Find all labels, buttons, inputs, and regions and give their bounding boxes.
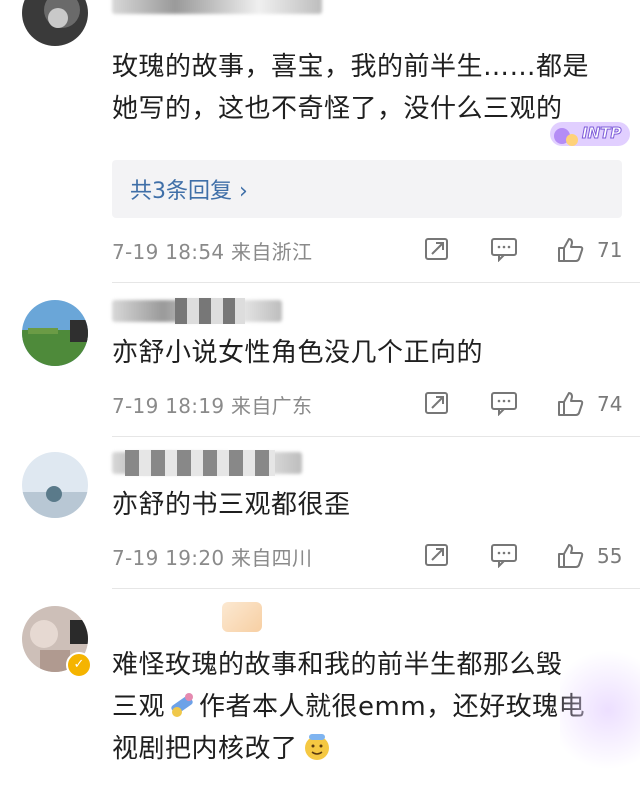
- like-count: 71: [597, 238, 623, 262]
- comment-text-fragment: 作者本人就很emm，还好玫瑰电: [199, 692, 586, 722]
- intp-label: INTP: [581, 124, 622, 143]
- comment-time: 7-19 18:19 来自广东: [112, 394, 313, 418]
- reply-box[interactable]: 共3条回复 ›: [112, 160, 622, 218]
- comment-text-line: 玫瑰的故事，喜宝，我的前半生……都是: [112, 52, 590, 82]
- avatar[interactable]: [22, 452, 88, 518]
- comment-text-fragment: 三观: [112, 692, 166, 722]
- view-replies-link[interactable]: 共3条回复 ›: [130, 173, 248, 205]
- decorative-glow: [560, 640, 640, 780]
- avatar[interactable]: [22, 300, 88, 366]
- comment-text-fragment: 视剧把内核改了: [112, 734, 298, 764]
- emoji-icon: [167, 690, 197, 720]
- comment-text-line: 难怪玫瑰的故事和我的前半生都那么毁: [112, 650, 563, 680]
- verified-badge-icon: ✓: [66, 652, 92, 678]
- avatar[interactable]: [22, 0, 88, 46]
- comment-text-line: 视剧把内核改了: [112, 728, 332, 770]
- username-blurred[interactable]: [112, 0, 322, 14]
- thumbs-up-icon[interactable]: [557, 390, 585, 422]
- comment-text-line: 她写的，这也不奇怪了，没什么三观的: [112, 94, 563, 124]
- comment-text-line: 三观 作者本人就很emm，还好玫瑰电: [112, 686, 585, 728]
- name-mosaic: [175, 298, 245, 324]
- comment-text: 亦舒的书三观都很歪: [112, 490, 351, 520]
- comment-icon[interactable]: [490, 542, 518, 572]
- divider: [112, 436, 640, 437]
- name-sticker: [222, 602, 262, 632]
- like-count: 55: [597, 544, 623, 568]
- name-mosaic: [125, 450, 275, 476]
- thumbs-up-icon[interactable]: [557, 236, 585, 268]
- share-icon[interactable]: [424, 542, 450, 572]
- divider: [112, 588, 640, 589]
- comment-time: 7-19 18:54 来自浙江: [112, 240, 313, 264]
- thumbs-up-icon[interactable]: [557, 542, 585, 574]
- intp-sticker: INTP: [548, 116, 632, 150]
- comment-meta: 7-19 18:54 来自浙江 71: [112, 232, 632, 268]
- emoji-icon: [302, 732, 332, 762]
- comment-icon[interactable]: [490, 236, 518, 266]
- share-icon[interactable]: [424, 236, 450, 266]
- comment-meta: 7-19 19:20 来自四川 55: [112, 538, 632, 574]
- like-count: 74: [597, 392, 623, 416]
- comment-text: 亦舒小说女性角色没几个正向的: [112, 338, 484, 368]
- comment-time: 7-19 19:20 来自四川: [112, 546, 313, 570]
- share-icon[interactable]: [424, 390, 450, 420]
- comment-meta: 7-19 18:19 来自广东 74: [112, 386, 632, 422]
- comment-icon[interactable]: [490, 390, 518, 420]
- divider: [112, 282, 640, 283]
